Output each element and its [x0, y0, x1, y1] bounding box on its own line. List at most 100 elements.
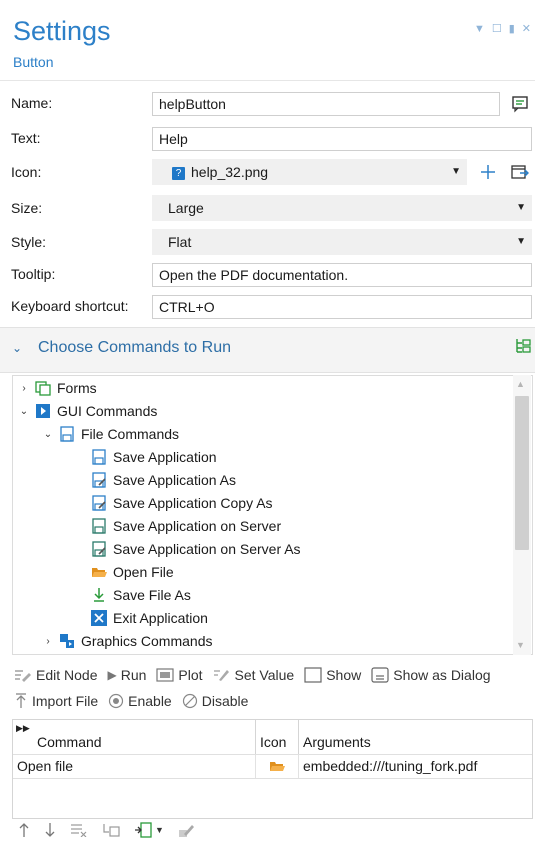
set-value-label: Set Value	[234, 667, 295, 683]
maximize-icon[interactable]: ☐	[492, 22, 502, 35]
tooltip-field[interactable]: Open the PDF documentation.	[152, 263, 532, 287]
enable-icon	[109, 693, 124, 709]
chevron-right-icon[interactable]: ›	[19, 383, 29, 394]
save-as-icon	[92, 472, 106, 488]
folder-open-icon	[92, 568, 107, 577]
panel-subtitle: Button	[13, 54, 54, 70]
commands-toolbar-row-2: Import File Enable Disable	[14, 693, 254, 709]
save-server-icon	[92, 518, 106, 534]
tree-item-label: Save Application on Server	[113, 518, 282, 534]
enable-button[interactable]: Enable	[108, 693, 172, 709]
tree-item-save-application[interactable]: Save Application	[91, 446, 217, 468]
tree-node-graphics-commands[interactable]: › Graphics Commands	[43, 630, 213, 652]
chevron-right-icon[interactable]: ›	[43, 636, 53, 647]
run-icon: ▶	[107, 668, 117, 682]
plot-button[interactable]: Plot	[156, 667, 203, 683]
show-button[interactable]: Show	[304, 667, 361, 683]
sort-icon[interactable]: ▶▶	[16, 706, 30, 750]
table-cell-command[interactable]: Open file	[13, 755, 256, 778]
tree-node-file-commands[interactable]: ⌄ File Commands	[43, 423, 179, 445]
edit-node-icon	[15, 670, 31, 682]
edit-node-label: Edit Node	[36, 667, 98, 683]
table-toolbar: ▼	[18, 822, 196, 838]
delete-rows-icon[interactable]	[70, 823, 88, 837]
tree-node-label: GUI Commands	[57, 403, 158, 419]
insert-row-icon[interactable]	[102, 822, 120, 838]
move-down-icon[interactable]	[44, 822, 56, 838]
size-label: Size:	[11, 200, 43, 216]
tree-node-label: Forms	[57, 380, 97, 396]
table-cell-arguments[interactable]: embedded:///tuning_fork.pdf	[299, 755, 532, 778]
add-icon-button[interactable]	[476, 160, 500, 184]
forms-icon	[35, 381, 51, 396]
commands-tree[interactable]: › Forms ⌄ GUI Commands ⌄ File Commands S…	[12, 375, 533, 655]
chevron-down-icon[interactable]: ⌄	[43, 429, 53, 440]
scroll-up-icon[interactable]: ▲	[516, 379, 525, 389]
dropdown-icon[interactable]: ▼	[474, 23, 485, 35]
set-value-icon	[213, 670, 229, 681]
edit-node-button[interactable]: Edit Node	[14, 667, 97, 683]
text-field[interactable]: Help	[152, 127, 532, 151]
show-as-dialog-label: Show as Dialog	[393, 667, 491, 683]
column-header-icon[interactable]: Icon	[256, 720, 299, 754]
chevron-down-icon: ▼	[516, 202, 526, 213]
enable-label: Enable	[128, 693, 172, 709]
tree-item-save-application-on-server[interactable]: Save Application on Server	[91, 515, 281, 537]
chevron-down-icon[interactable]: ⌄	[12, 341, 22, 355]
tree-item-save-file-as[interactable]: Save File As	[91, 584, 191, 606]
panel-title: Settings	[13, 16, 111, 46]
save-icon	[92, 449, 106, 465]
commands-table[interactable]: ▶▶ Command Icon Arguments Open file embe…	[12, 719, 533, 819]
tooltip-label: Tooltip:	[11, 266, 56, 282]
tree-item-save-application-copy-as[interactable]: Save Application Copy As	[91, 492, 273, 514]
tree-item-label: Open File	[113, 564, 174, 580]
plot-label: Plot	[178, 667, 203, 683]
show-label: Show	[326, 667, 362, 683]
browse-icon-button[interactable]	[508, 160, 532, 184]
tree-item-save-application-as[interactable]: Save Application As	[91, 469, 236, 491]
save-server-as-icon	[92, 541, 106, 557]
set-value-button[interactable]: Set Value	[213, 667, 295, 683]
tree-item-open-file[interactable]: Open File	[91, 561, 174, 583]
close-icon[interactable]: ✕	[522, 22, 531, 35]
tree-scrollbar-thumb[interactable]	[515, 396, 529, 550]
table-cell-icon[interactable]	[256, 755, 299, 778]
icon-label: Icon:	[11, 164, 42, 180]
scroll-down-icon[interactable]: ▼	[516, 640, 525, 650]
tree-node-gui-commands[interactable]: ⌄ GUI Commands	[19, 400, 158, 422]
size-select[interactable]: Large ▼	[152, 195, 532, 221]
window-controls: ▼ ☐ ▮ ✕	[474, 22, 531, 36]
tree-options-icon[interactable]	[513, 336, 533, 356]
tree-item-label: Save Application on Server As	[113, 541, 301, 557]
chevron-down-icon[interactable]: ⌄	[19, 406, 29, 417]
commands-section-title[interactable]: Choose Commands to Run	[38, 339, 231, 357]
tree-node-label: Graphics Commands	[81, 633, 213, 649]
disable-button[interactable]: Disable	[182, 693, 248, 709]
name-field[interactable]: helpButton	[152, 92, 500, 116]
style-select[interactable]: Flat ▼	[152, 229, 532, 255]
icon-select[interactable]: ? help_32.png ▼	[152, 159, 467, 185]
shortcut-field[interactable]: CTRL+O	[152, 295, 532, 319]
run-button[interactable]: ▶ Run	[107, 667, 146, 683]
header-divider	[0, 80, 535, 81]
download-icon	[94, 588, 104, 602]
tree-item-save-application-on-server-as[interactable]: Save Application on Server As	[91, 538, 301, 560]
shortcut-label: Keyboard shortcut:	[11, 298, 129, 314]
gui-commands-icon	[36, 404, 50, 418]
name-label: Name:	[11, 95, 53, 111]
chevron-down-icon: ▼	[451, 166, 461, 177]
show-as-dialog-button[interactable]: Show as Dialog	[371, 667, 491, 683]
help-icon: ?	[172, 166, 185, 180]
name-edit-icon[interactable]	[508, 92, 532, 116]
move-up-icon[interactable]	[18, 822, 30, 838]
disable-icon	[182, 693, 197, 709]
column-header-command[interactable]: ▶▶ Command	[13, 720, 256, 754]
tree-item-exit-application[interactable]: Exit Application	[91, 607, 208, 629]
edit-cell-icon[interactable]	[178, 822, 196, 838]
column-header-arguments[interactable]: Arguments	[299, 720, 532, 754]
folder-open-icon	[270, 762, 285, 771]
add-column-dropdown-icon[interactable]: ▼	[134, 822, 164, 838]
tree-node-forms[interactable]: › Forms	[19, 377, 97, 399]
file-commands-icon	[60, 426, 74, 442]
pin-icon[interactable]: ▮	[509, 22, 515, 35]
